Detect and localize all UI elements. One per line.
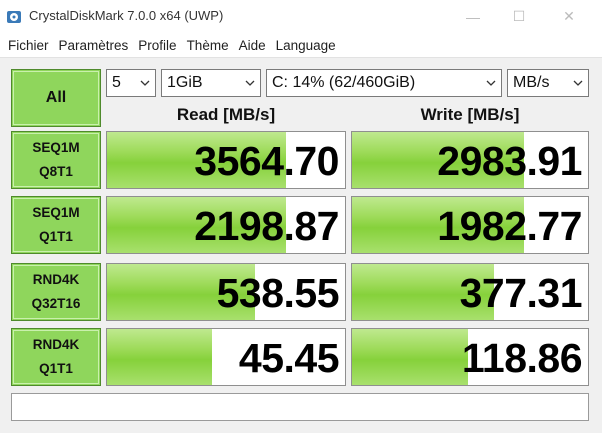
drive-select[interactable]: C: 14% (62/460GiB)	[266, 69, 502, 97]
write-result-rnd4k-q32t16: 377.31	[351, 263, 589, 321]
menu-profile[interactable]: Profile	[133, 38, 181, 53]
unit-value: MB/s	[513, 74, 550, 91]
write-result-seq1m-q1t1: 1982.77	[351, 196, 589, 254]
test-count-select[interactable]: 5	[106, 69, 156, 97]
test-params: Q8T1	[39, 164, 73, 179]
menu-file[interactable]: Fichier	[3, 38, 54, 53]
test-count-value: 5	[112, 74, 121, 91]
unit-select[interactable]: MB/s	[507, 69, 589, 97]
read-value: 45.45	[238, 335, 340, 381]
write-value: 1982.77	[437, 203, 582, 249]
chevron-down-icon	[140, 80, 150, 86]
menu-theme[interactable]: Thème	[182, 38, 234, 53]
menu-bar: Fichier Paramètres Profile Thème Aide La…	[0, 33, 602, 57]
read-result-seq1m-q1t1: 2198.87	[106, 196, 346, 254]
title-bar: CrystalDiskMark 7.0.0 x64 (UWP) — ☐ ✕	[0, 0, 602, 33]
menu-settings[interactable]: Paramètres	[54, 38, 134, 53]
write-value: 2983.91	[437, 138, 582, 184]
chevron-down-icon	[245, 80, 255, 86]
write-bar	[352, 329, 468, 385]
write-result-rnd4k-q1t1: 118.86	[351, 328, 589, 386]
close-icon: ✕	[563, 8, 575, 24]
app-icon	[7, 11, 21, 23]
read-value: 538.55	[216, 270, 340, 316]
minimize-icon: —	[466, 8, 480, 25]
chevron-down-icon	[486, 80, 496, 86]
all-button[interactable]: All	[11, 69, 101, 127]
write-column-header: Write [MB/s]	[420, 105, 520, 124]
window-title: CrystalDiskMark 7.0.0 x64 (UWP)	[29, 8, 224, 23]
write-value: 118.86	[461, 335, 583, 381]
test-params: Q1T1	[39, 361, 73, 376]
read-result-rnd4k-q1t1: 45.45	[106, 328, 346, 386]
test-name: SEQ1M	[32, 205, 80, 220]
drive-value: C: 14% (62/460GiB)	[272, 74, 416, 91]
write-result-seq1m-q8t1: 2983.91	[351, 131, 589, 189]
read-column-header: Read [MB/s]	[176, 105, 276, 124]
read-result-seq1m-q8t1: 3564.70	[106, 131, 346, 189]
menu-language[interactable]: Language	[271, 38, 341, 53]
close-button[interactable]: ✕	[546, 0, 592, 33]
maximize-button[interactable]: ☐	[496, 0, 542, 33]
test-button-seq1m-q8t1[interactable]: SEQ1M Q8T1	[11, 131, 101, 189]
test-name: RND4K	[32, 272, 80, 287]
test-button-rnd4k-q1t1[interactable]: RND4K Q1T1	[11, 328, 101, 386]
test-name: SEQ1M	[32, 140, 80, 155]
test-name: RND4K	[32, 337, 80, 352]
test-params: Q32T16	[31, 296, 81, 311]
write-value: 377.31	[459, 270, 583, 316]
test-button-seq1m-q1t1[interactable]: SEQ1M Q1T1	[11, 196, 101, 254]
maximize-icon: ☐	[512, 8, 526, 24]
read-value: 3564.70	[194, 138, 339, 184]
chevron-down-icon	[573, 80, 583, 86]
read-bar	[107, 329, 212, 385]
comment-input[interactable]	[11, 393, 589, 421]
menu-help[interactable]: Aide	[234, 38, 271, 53]
read-result-rnd4k-q32t16: 538.55	[106, 263, 346, 321]
test-size-value: 1GiB	[167, 74, 203, 91]
all-button-label: All	[45, 89, 67, 106]
read-value: 2198.87	[194, 203, 339, 249]
minimize-button[interactable]: —	[450, 0, 496, 33]
test-size-select[interactable]: 1GiB	[161, 69, 261, 97]
test-params: Q1T1	[39, 229, 73, 244]
test-button-rnd4k-q32t16[interactable]: RND4K Q32T16	[11, 263, 101, 321]
